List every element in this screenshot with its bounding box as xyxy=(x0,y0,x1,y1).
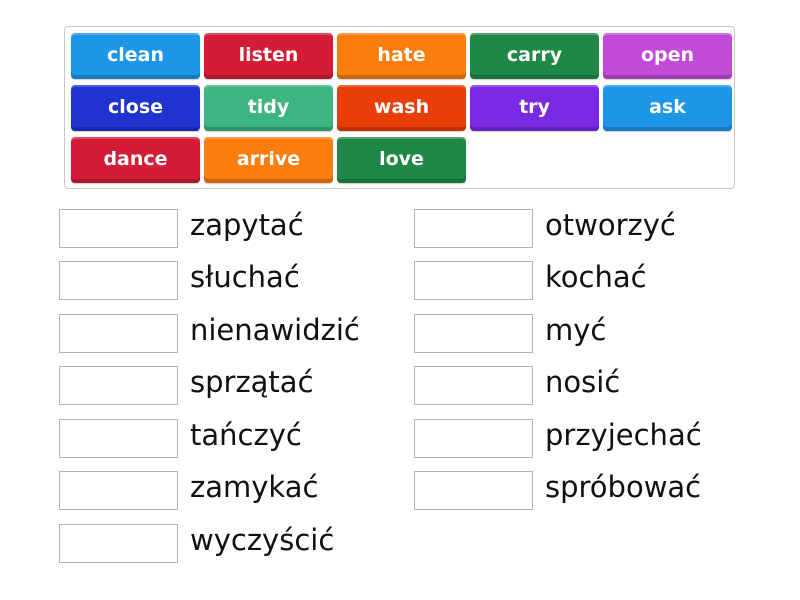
word-tile-tidy[interactable]: tidy xyxy=(204,85,333,131)
target-label: otworzyć xyxy=(545,208,676,242)
word-tile-love[interactable]: love xyxy=(337,137,466,183)
drop-zone[interactable] xyxy=(414,471,533,510)
drop-zone[interactable] xyxy=(59,471,178,510)
drop-zone[interactable] xyxy=(414,314,533,353)
target-label: myć xyxy=(545,313,607,347)
word-tile-arrive[interactable]: arrive xyxy=(204,137,333,183)
target-label: zapytać xyxy=(190,208,304,242)
word-tile-carry[interactable]: carry xyxy=(470,33,599,79)
drop-zone[interactable] xyxy=(59,261,178,300)
drop-zone[interactable] xyxy=(414,261,533,300)
drop-zone[interactable] xyxy=(59,314,178,353)
target-label: kochać xyxy=(545,260,647,294)
target-label: słuchać xyxy=(190,260,300,294)
target-label: sprzątać xyxy=(190,365,314,399)
drop-zone[interactable] xyxy=(414,419,533,458)
word-tile-ask[interactable]: ask xyxy=(603,85,732,131)
word-tile-dance[interactable]: dance xyxy=(71,137,200,183)
drop-zone[interactable] xyxy=(59,419,178,458)
target-label: tańczyć xyxy=(190,418,302,452)
target-label: nosić xyxy=(545,365,621,399)
drop-zone[interactable] xyxy=(59,209,178,248)
drop-zone[interactable] xyxy=(59,524,178,563)
target-label: zamykać xyxy=(190,470,319,504)
drop-zone[interactable] xyxy=(414,366,533,405)
word-tile-open[interactable]: open xyxy=(603,33,732,79)
word-bank: clean listen hate carry open close tidy … xyxy=(64,26,735,189)
target-label: wyczyścić xyxy=(190,523,335,557)
word-tile-hate[interactable]: hate xyxy=(337,33,466,79)
drop-zone[interactable] xyxy=(414,209,533,248)
word-tile-clean[interactable]: clean xyxy=(71,33,200,79)
drop-zone[interactable] xyxy=(59,366,178,405)
word-tile-listen[interactable]: listen xyxy=(204,33,333,79)
target-label: spróbować xyxy=(545,470,702,504)
target-label: przyjechać xyxy=(545,418,702,452)
word-tile-try[interactable]: try xyxy=(470,85,599,131)
word-tile-wash[interactable]: wash xyxy=(337,85,466,131)
word-tile-close[interactable]: close xyxy=(71,85,200,131)
target-label: nienawidzić xyxy=(190,313,360,347)
